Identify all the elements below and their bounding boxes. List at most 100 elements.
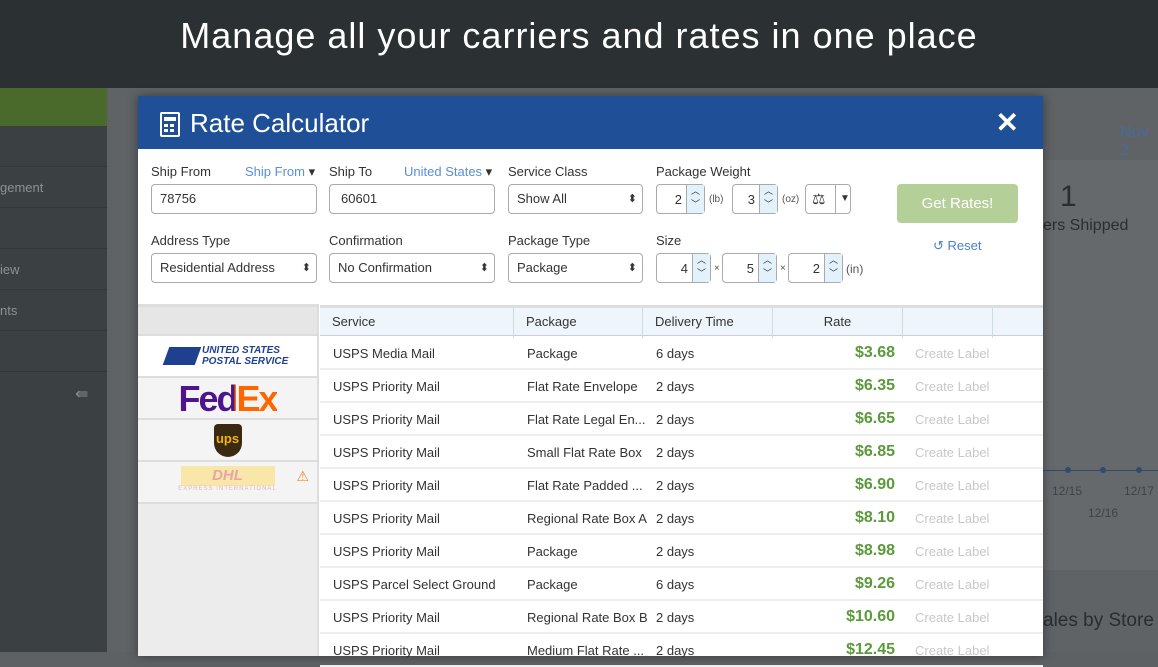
service-cell: USPS Parcel Select Ground [333,577,496,592]
banner: Manage all your carriers and rates in on… [0,0,1158,88]
width-value: 5 [746,261,754,276]
warning-icon[interactable]: ⚠ [296,468,309,485]
length-stepper[interactable]: 4 ︿ ﹀ [656,253,711,283]
dhl-subtitle: EXPRESS INTERNATIONAL [178,486,277,492]
create-label-button[interactable]: Create Label [915,412,989,427]
package-type-label: Package Type [508,233,591,248]
delivery-time-cell: 2 days [656,412,695,427]
reset-button[interactable]: ↺ Reset [933,238,981,254]
reset-icon: ↺ [933,238,948,253]
in-unit: (in) [846,262,864,276]
stepper-arrows-icon[interactable]: ︿ ﹀ [758,254,776,282]
ship-to-country-dropdown[interactable]: United States [404,164,492,180]
stepper-arrows-icon[interactable]: ︿ ﹀ [824,254,842,282]
collapse-sidebar-icon[interactable]: ⇚ [75,384,88,404]
carrier-dhl[interactable]: DHL EXPRESS INTERNATIONAL ⚠ [138,462,317,504]
delivery-time-cell: 2 days [656,511,695,526]
confirmation-label: Confirmation [329,233,403,248]
ship-from-input[interactable]: 78756 [151,184,317,214]
sidebar-item[interactable] [0,208,107,249]
times-sign: × [714,263,720,274]
close-icon[interactable]: ✕ [996,106,1019,139]
height-stepper[interactable]: 2 ︿ ﹀ [788,253,843,283]
delivery-time-cell: 2 days [656,610,695,625]
table-row: USPS Parcel Select Ground Package 6 days… [320,568,1043,601]
ship-to-input[interactable]: 60601 [329,184,495,214]
get-rates-button[interactable]: Get Rates! [897,184,1018,223]
column-delivery-time[interactable]: Delivery Time [643,308,773,338]
dhl-logo: DHL [180,466,275,486]
width-stepper[interactable]: 5 ︿ ﹀ [722,253,777,283]
create-label-button[interactable]: Create Label [915,643,989,658]
address-type-value: Residential Address [160,260,275,275]
date-range: Nov 2 [1120,124,1149,159]
sidebar-item[interactable]: gement [0,167,107,208]
service-cell: USPS Priority Mail [333,412,440,427]
ship-to-label: Ship To [329,164,373,179]
create-label-button[interactable]: Create Label [915,478,989,493]
service-class-select[interactable]: Show All [508,184,643,214]
delivery-time-cell: 6 days [656,346,695,361]
chevron-down-icon: ▼ [835,185,850,213]
stepper-arrows-icon[interactable]: ︿ ﹀ [686,185,704,213]
package-cell: Flat Rate Envelope [527,379,638,394]
create-label-button[interactable]: Create Label [915,445,989,460]
package-type-select[interactable]: Package [508,253,643,283]
confirmation-value: No Confirmation [338,260,432,275]
tick-label: 12/16 [1088,506,1119,520]
carrier-fedex[interactable]: FedEx [138,378,317,420]
sidebar-item[interactable]: iew [0,249,107,290]
chart-point [1100,467,1106,473]
rate-cell: $8.98 [854,542,895,559]
package-type-value: Package [517,260,568,275]
rate-cell: $8.10 [854,509,895,526]
create-label-button[interactable]: Create Label [915,379,989,394]
confirmation-select[interactable]: No Confirmation [329,253,495,283]
service-cell: USPS Priority Mail [333,511,440,526]
delivery-time-cell: 2 days [656,379,695,394]
delivery-time-cell: 2 days [656,544,695,559]
sidebar: gement iew nts ⇚ [0,88,107,652]
create-label-button[interactable]: Create Label [915,511,989,526]
address-type-select[interactable]: Residential Address [151,253,317,283]
package-cell: Regional Rate Box A [527,511,647,526]
table-row: USPS Priority Mail Flat Rate Padded ... … [320,469,1043,502]
create-label-button[interactable]: Create Label [915,610,989,625]
column-service[interactable]: Service [320,308,514,338]
sidebar-item[interactable]: nts [0,290,107,331]
column-rate[interactable]: Rate [773,308,903,338]
weight-lb-stepper[interactable]: 2 ︿ ﹀ [656,184,705,214]
create-label-button[interactable]: Create Label [915,577,989,592]
ups-logo: ups [213,424,242,457]
carrier-usps[interactable]: UNITED STATES POSTAL SERVICE [138,336,317,378]
carrier-list-header [138,304,317,336]
service-cell: USPS Priority Mail [333,445,440,460]
delivery-time-cell: 2 days [656,445,695,460]
column-package[interactable]: Package [514,308,643,338]
delivery-time-cell: 6 days [656,577,695,592]
usps-logo: UNITED STATES POSTAL SERVICE [202,345,289,367]
scale-dropdown[interactable]: ⚖ ▼ [805,184,851,214]
rate-cell: $10.60 [846,608,895,625]
address-type-label: Address Type [151,233,231,248]
orders-label: ers Shipped [1043,217,1129,234]
service-cell: USPS Priority Mail [333,610,440,625]
service-class-label: Service Class [508,164,588,179]
sidebar-item[interactable] [0,331,107,372]
sidebar-item[interactable] [0,126,107,167]
create-label-button[interactable]: Create Label [915,544,989,559]
package-weight-label: Package Weight [656,164,751,179]
package-cell: Small Flat Rate Box [527,445,642,460]
ship-from-dropdown[interactable]: Ship From [245,164,315,180]
height-value: 2 [812,261,820,276]
carrier-ups[interactable]: ups [138,420,317,462]
stepper-arrows-icon[interactable]: ︿ ﹀ [759,185,777,213]
weight-oz-stepper[interactable]: 3 ︿ ﹀ [732,184,778,214]
stepper-arrows-icon[interactable]: ︿ ﹀ [692,254,710,282]
package-cell: Package [527,544,578,559]
package-cell: Package [527,346,578,361]
rate-cell: $6.90 [854,476,895,493]
create-label-button[interactable]: Create Label [915,346,989,361]
table-row: USPS Media Mail Package 6 days $3.68 Cre… [320,337,1043,370]
scale-icon: ⚖ [812,191,826,208]
